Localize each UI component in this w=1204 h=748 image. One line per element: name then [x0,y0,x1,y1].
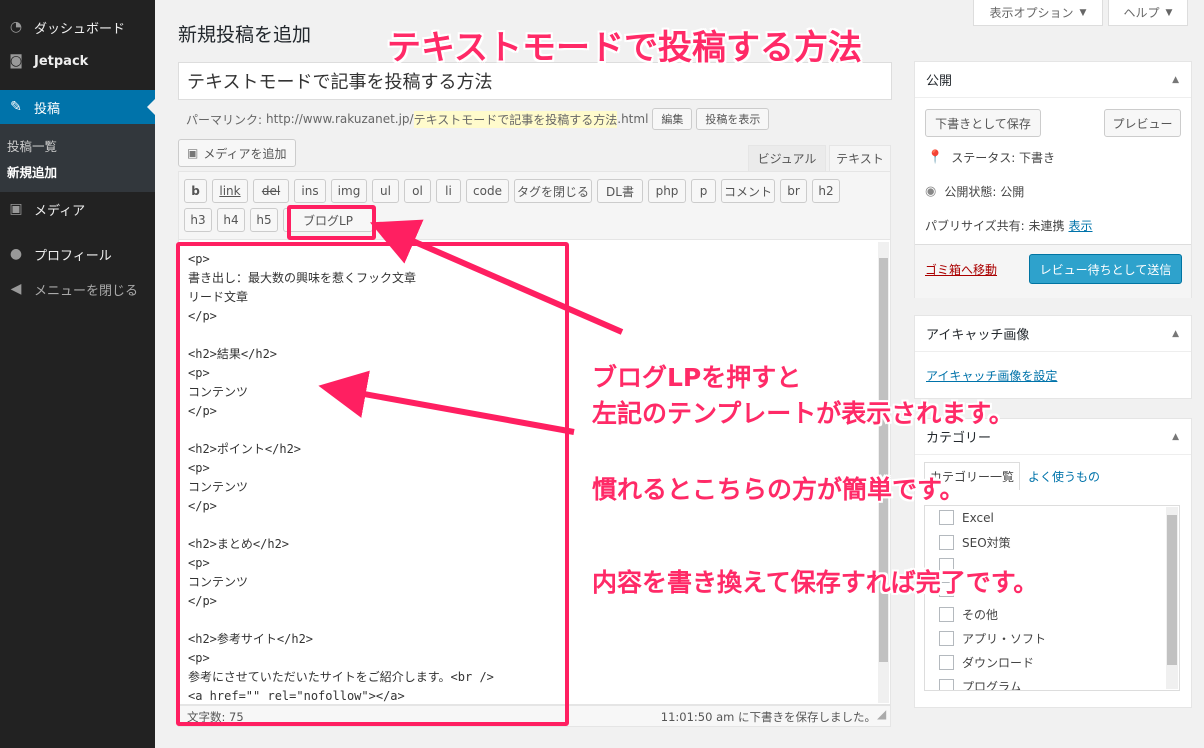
annotation-headline: テキストモードで投稿する方法 [387,28,862,68]
annotation-note1-line2: 左記のテンプレートが表示されます。 [592,399,1014,428]
annotation-note1-line1: ブログLPを押すと [592,363,802,392]
annotation-note3: 内容を書き換えて保存すれば完了です。 [592,568,1039,597]
highlight-template [176,242,569,726]
annotation-note2: 慣れるとこちらの方が簡単です。 [592,475,965,504]
highlight-blog-lp [287,205,376,240]
